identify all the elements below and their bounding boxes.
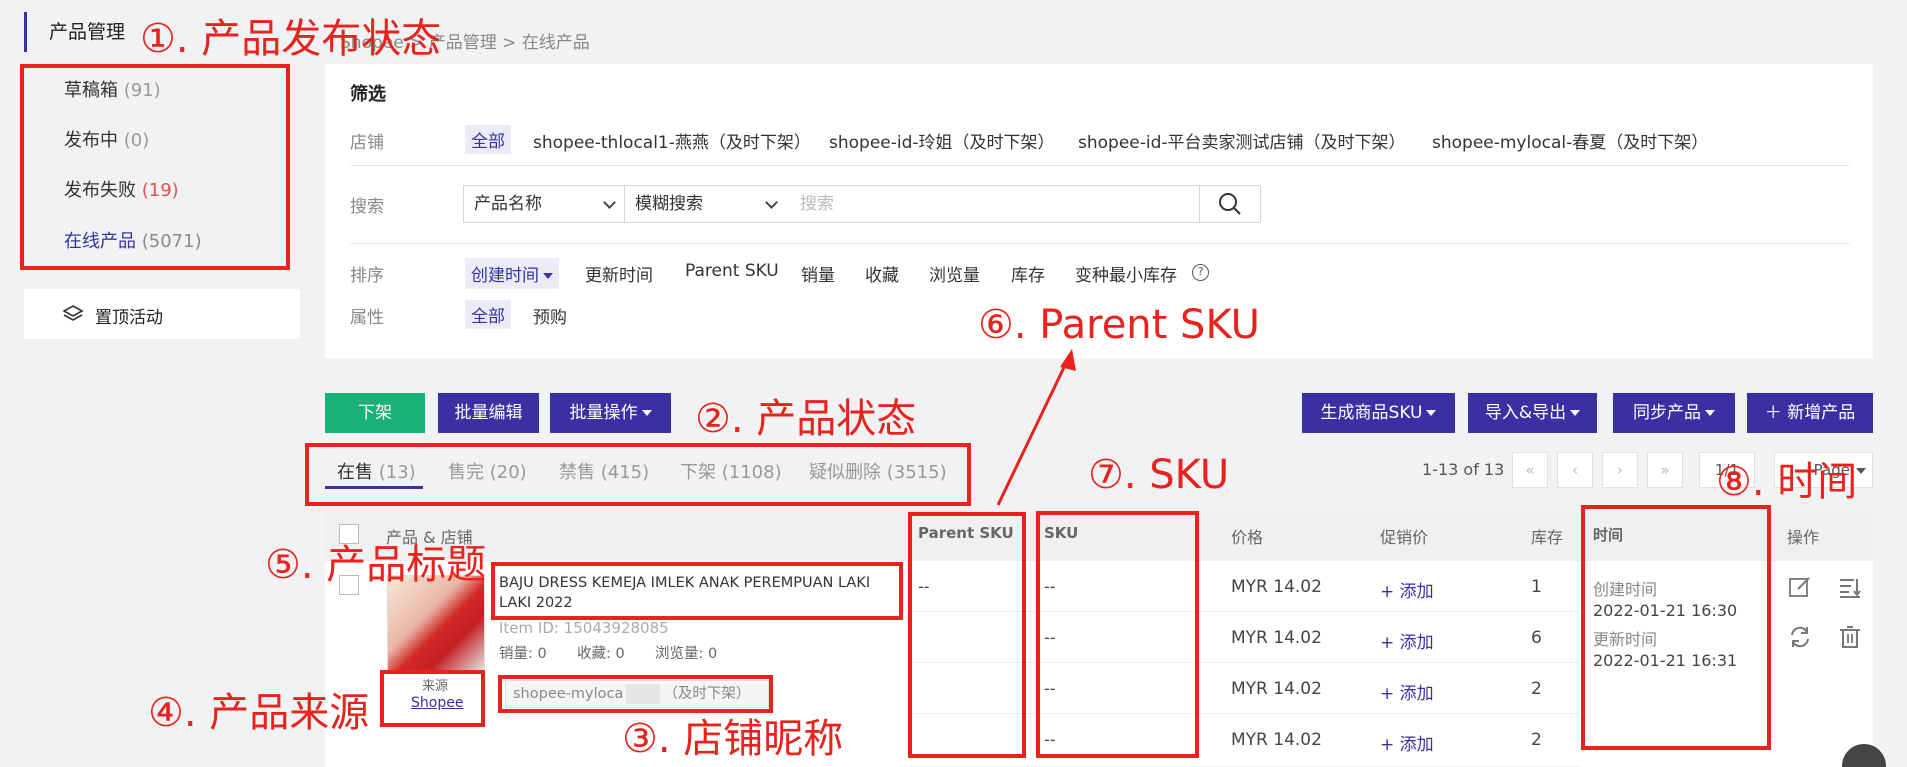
gen-sku-button[interactable]: 生成商品SKU <box>1302 393 1455 433</box>
annotation-sku: ⑦. SKU <box>1088 452 1230 498</box>
th-price: 价格 <box>1231 528 1264 547</box>
stock-value: 2 <box>1531 679 1542 699</box>
shop-option[interactable]: shopee-thlocal1-燕燕（及时下架） <box>533 128 811 153</box>
sort-option[interactable]: 变种最小库存 <box>1075 261 1177 286</box>
shop-option[interactable]: shopee-mylocal-春夏（及时下架） <box>1432 128 1708 153</box>
attr-all-chip[interactable]: 全部 <box>465 300 511 329</box>
caret-down-icon <box>543 273 553 279</box>
shop-all-chip[interactable]: 全部 <box>465 125 511 154</box>
sidebar-title: 产品管理 <box>24 12 125 52</box>
search-icon <box>1219 193 1241 215</box>
caret-down-icon <box>1705 410 1715 416</box>
sort-option[interactable]: 浏览量 <box>929 261 980 286</box>
divider <box>350 243 1850 244</box>
caret-down-icon <box>1426 410 1437 416</box>
annotation-box-parent-sku <box>908 512 1026 758</box>
annotation-product-status: ②. 产品状态 <box>695 396 917 442</box>
sort-label: 排序 <box>350 266 384 286</box>
next-page-button[interactable]: › <box>1602 452 1638 488</box>
stock-value: 6 <box>1531 628 1542 648</box>
th-stock: 库存 <box>1531 528 1564 547</box>
layers-icon <box>62 305 84 321</box>
add-promo-link[interactable]: + 添加 <box>1380 679 1434 704</box>
sort-list-icon[interactable] <box>1837 574 1863 600</box>
refresh-icon[interactable] <box>1787 624 1813 650</box>
annotation-time: ⑧. 时间 <box>1716 459 1858 505</box>
search-label: 搜索 <box>350 197 384 217</box>
sync-products-button[interactable]: 同步产品 <box>1613 393 1735 433</box>
last-page-button[interactable]: » <box>1647 452 1683 488</box>
shop-option[interactable]: shopee-id-平台卖家测试店铺（及时下架） <box>1078 128 1406 153</box>
add-promo-link[interactable]: + 添加 <box>1380 628 1434 653</box>
add-product-button[interactable]: ＋ 新增产品 <box>1747 393 1873 433</box>
annotation-box-time <box>1581 505 1771 750</box>
stock-value: 2 <box>1531 730 1542 750</box>
help-icon[interactable]: ? <box>1192 264 1209 281</box>
annotation-box-sku <box>1036 511 1199 758</box>
bulk-ops-button[interactable]: 批量操作 <box>550 393 671 433</box>
prev-page-button[interactable]: ‹ <box>1557 452 1593 488</box>
pagination-info: 1-13 of 13 <box>1422 460 1505 479</box>
pin-activity-button[interactable]: 置顶活动 <box>24 289 300 339</box>
breadcrumb-item: 在线产品 <box>521 33 590 53</box>
sort-created-time[interactable]: 创建时间 <box>465 258 559 289</box>
th-ops: 操作 <box>1787 528 1820 547</box>
sort-option[interactable]: Parent SKU <box>685 261 779 281</box>
shop-label: 店铺 <box>350 133 384 153</box>
annotation-source: ④. 产品来源 <box>148 690 370 736</box>
sort-option[interactable]: 库存 <box>1011 261 1045 286</box>
filter-title: 筛选 <box>350 84 386 105</box>
attr-preorder[interactable]: 预购 <box>533 303 567 328</box>
product-views: 浏览量: 0 <box>655 646 718 662</box>
chevron-down-icon <box>765 196 778 209</box>
search-mode-select[interactable]: 模糊搜索 <box>624 185 787 223</box>
add-promo-link[interactable]: + 添加 <box>1380 730 1434 755</box>
annotation-box-product-status <box>305 443 971 506</box>
bulk-edit-button[interactable]: 批量编辑 <box>438 393 539 433</box>
sort-option[interactable]: 收藏 <box>865 261 899 286</box>
attr-label: 属性 <box>350 308 384 328</box>
sort-option[interactable]: 更新时间 <box>585 261 653 286</box>
th-promo: 促销价 <box>1380 528 1429 547</box>
annotation-title: ⑤. 产品标题 <box>265 542 487 588</box>
item-id: Item ID: 15043928085 <box>499 619 669 637</box>
trash-icon[interactable] <box>1837 624 1863 650</box>
first-page-button[interactable]: « <box>1512 452 1548 488</box>
edit-icon[interactable] <box>1787 574 1813 600</box>
annotation-box-title <box>491 562 903 620</box>
price-value: MYR 14.02 <box>1231 730 1322 750</box>
stock-value: 1 <box>1531 577 1542 597</box>
annotation-parent-sku: ⑥. Parent SKU <box>978 302 1260 348</box>
delist-button[interactable]: 下架 <box>325 393 425 433</box>
caret-down-icon <box>641 410 652 416</box>
search-field-select[interactable]: 产品名称 <box>463 185 625 223</box>
annotation-box-publish-status <box>20 64 290 270</box>
caret-down-icon <box>1570 410 1581 416</box>
chevron-down-icon <box>1856 468 1866 474</box>
sort-option[interactable]: 销量 <box>801 261 835 286</box>
import-export-button[interactable]: 导入&导出 <box>1468 393 1597 433</box>
search-input[interactable]: 搜索 <box>786 185 1200 223</box>
product-sales: 销量: 0 <box>499 646 547 662</box>
search-button[interactable] <box>1199 185 1261 223</box>
price-value: MYR 14.02 <box>1231 577 1322 597</box>
product-favs: 收藏: 0 <box>577 646 625 662</box>
annotation-shop-name: ③. 店铺昵称 <box>622 716 844 762</box>
shop-option[interactable]: shopee-id-玲姐（及时下架） <box>829 128 1055 153</box>
divider <box>350 165 1850 166</box>
price-value: MYR 14.02 <box>1231 679 1322 699</box>
annotation-box-source <box>380 670 485 727</box>
annotation-publish-status: ①. 产品发布状态 <box>140 16 442 62</box>
annotation-arrow <box>996 349 1076 506</box>
price-value: MYR 14.02 <box>1231 628 1322 648</box>
chevron-down-icon <box>603 196 616 209</box>
add-promo-link[interactable]: + 添加 <box>1380 577 1434 602</box>
